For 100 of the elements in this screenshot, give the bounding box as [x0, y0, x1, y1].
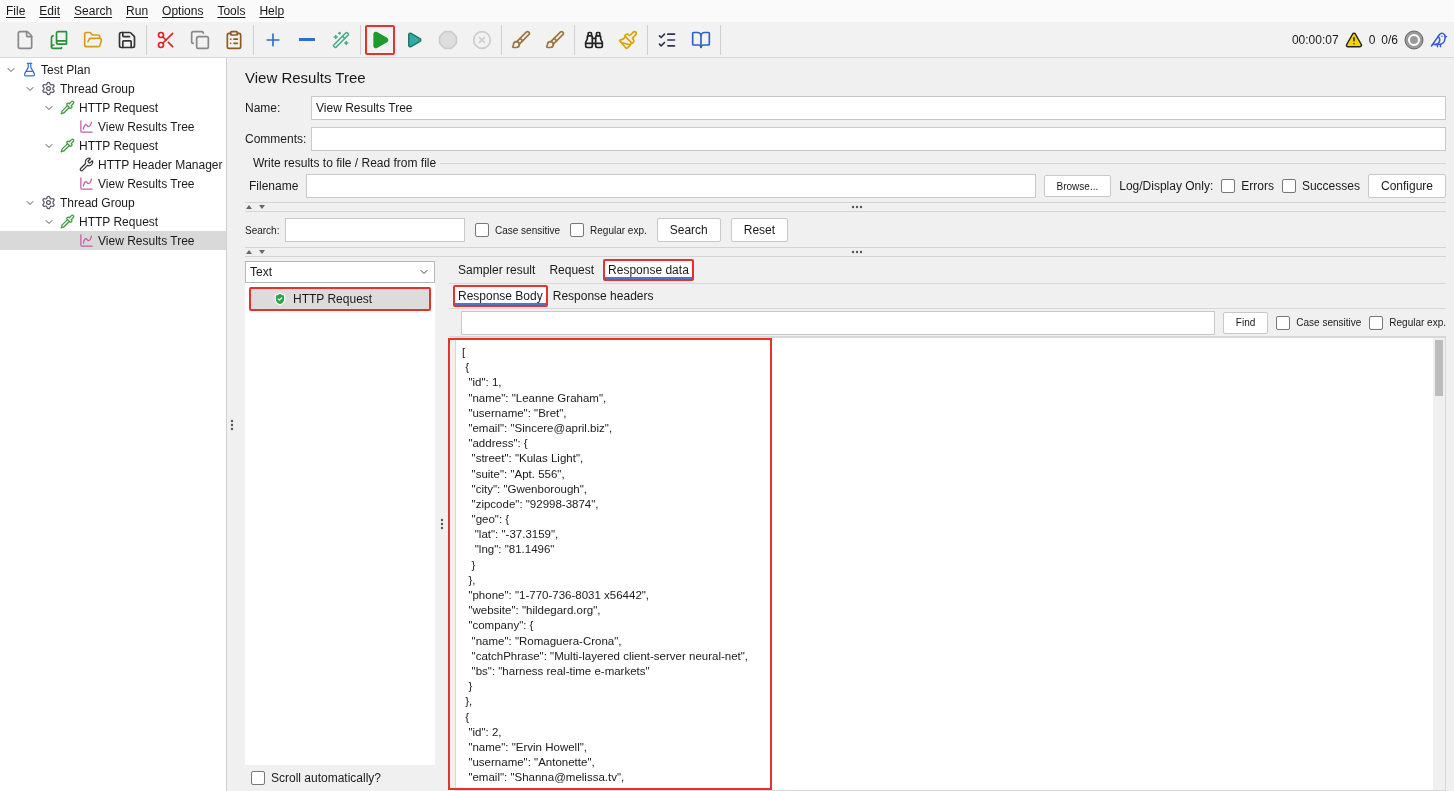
- warning-count: 0: [1368, 32, 1376, 47]
- thread-count: 0/6: [1381, 32, 1398, 47]
- name-field[interactable]: View Results Tree: [311, 96, 1446, 120]
- checkbox[interactable]: Case sensitive: [475, 223, 561, 237]
- code-line: "name": "Romaguera-Crona",: [470, 633, 623, 649]
- field-label: Filename: [249, 179, 299, 193]
- chart-icon: [79, 233, 94, 248]
- pipette-icon: [60, 100, 75, 115]
- panel-title: View Results Tree: [245, 68, 367, 88]
- code-line: {: [464, 360, 471, 376]
- find-field[interactable]: [461, 310, 1215, 335]
- elapsed-time: 00:00:07: [1291, 32, 1339, 47]
- checkbox[interactable]: Successes: [1281, 179, 1360, 193]
- chart-icon: [79, 119, 94, 134]
- code-line: "catchPhrase": "Multi-layered client-server neural-net",: [470, 648, 750, 664]
- file-icon: [15, 29, 35, 50]
- collapse-arrows-icon[interactable]: [245, 249, 267, 255]
- code-line: "email": "Sincere@april.biz",: [467, 420, 614, 436]
- code-line: [: [462, 345, 467, 360]
- browse-button[interactable]: Browse...: [1043, 175, 1112, 197]
- menu-item[interactable]: Options: [162, 4, 204, 18]
- tree-item[interactable]: View Results Tree: [0, 174, 226, 193]
- code-line: "company": {: [467, 618, 535, 634]
- menu-item[interactable]: File: [6, 4, 26, 18]
- grip-icon[interactable]: [850, 250, 863, 254]
- tree-item[interactable]: HTTP Request: [0, 136, 226, 155]
- code-line: "lng": "81.1496": [473, 542, 556, 558]
- tab[interactable]: Sampler result: [453, 259, 541, 281]
- tab[interactable]: Response Body: [453, 285, 548, 307]
- tab[interactable]: Response headers: [547, 285, 659, 307]
- pipette-icon: [60, 138, 75, 153]
- menu-item[interactable]: Run: [126, 4, 149, 18]
- play-icon: [370, 29, 390, 50]
- checkbox[interactable]: Regular exp.: [1369, 315, 1446, 330]
- code-line: "name": "Ervin Howell",: [467, 739, 588, 755]
- bird-icon: [1430, 30, 1448, 49]
- code-line: }: [467, 679, 474, 695]
- code-line: "suite": "Apt. 556",: [470, 466, 566, 482]
- grip-icon[interactable]: [230, 418, 234, 431]
- folder-icon: [83, 29, 103, 50]
- code-line: "city": "Gwenborough",: [470, 481, 588, 497]
- clipboard-icon: [224, 29, 244, 50]
- wand-icon: [332, 30, 350, 49]
- tree-item[interactable]: View Results Tree: [0, 231, 226, 250]
- collapse-arrows-icon[interactable]: [245, 204, 267, 210]
- menu-item[interactable]: Help: [259, 4, 285, 18]
- checkbox[interactable]: Regular exp.: [570, 223, 647, 237]
- code-line: "id": 2,: [467, 724, 503, 740]
- search-button[interactable]: Search: [656, 218, 721, 242]
- tree-item[interactable]: Test Plan: [0, 60, 226, 79]
- binoculars-icon: [584, 29, 604, 50]
- code-line: {: [464, 709, 471, 725]
- grip-icon[interactable]: [440, 518, 444, 530]
- checkbox[interactable]: Case sensitive: [1276, 315, 1362, 330]
- menu-item[interactable]: Edit: [39, 4, 61, 18]
- find-button[interactable]: Find: [1222, 311, 1269, 334]
- close-circle-icon: [472, 29, 492, 50]
- tree-item[interactable]: HTTP Header Manager: [0, 155, 226, 174]
- wrench-icon: [79, 157, 94, 172]
- field-label: Log/Display Only:: [1119, 179, 1214, 193]
- scrollbar[interactable]: [1433, 338, 1445, 790]
- code-line: "geo": {: [470, 512, 511, 528]
- code-line: "bs": "harness real-time e-markets": [470, 663, 651, 679]
- filename-field[interactable]: [306, 174, 1036, 198]
- tree-item[interactable]: View Results Tree: [0, 117, 226, 136]
- grip-icon[interactable]: [850, 205, 863, 209]
- tree-item[interactable]: Thread Group: [0, 193, 226, 212]
- comments-field[interactable]: [311, 127, 1446, 151]
- tree-item[interactable]: Thread Group: [0, 79, 226, 98]
- shield-icon: [273, 292, 287, 306]
- flask-icon: [22, 62, 37, 77]
- code-line: "username": "Antonette",: [467, 755, 596, 771]
- gear-icon: [41, 195, 56, 210]
- code-line: }: [470, 557, 477, 573]
- renderer-dropdown[interactable]: Text: [245, 261, 435, 283]
- code-line: "id": 1,: [467, 375, 503, 391]
- code-line: "website": "hildegard.org",: [467, 603, 602, 619]
- tab[interactable]: Response data: [603, 259, 694, 281]
- checkbox[interactable]: Scroll automatically?: [251, 771, 382, 785]
- code-line: "zipcode": "92998-3874",: [470, 496, 600, 512]
- code-line: "name": "Leanne Graham",: [467, 390, 608, 406]
- configure-button[interactable]: Configure: [1367, 174, 1446, 198]
- menu-item[interactable]: Search: [74, 4, 113, 18]
- field-label: Name:: [245, 101, 282, 115]
- code-line: "username": "Bret",: [467, 405, 568, 421]
- tree-item[interactable]: HTTP Request: [0, 212, 226, 231]
- copy-icon: [190, 29, 210, 50]
- code-line: "email": "Shanna@melissa.tv",: [467, 770, 626, 786]
- search-field[interactable]: [285, 218, 465, 242]
- tab[interactable]: Request: [544, 259, 600, 281]
- result-item[interactable]: HTTP Request: [249, 287, 431, 311]
- code-line: "phone": "1-770-736-8031 x56442",: [467, 588, 651, 603]
- warning-icon[interactable]: [1344, 30, 1363, 49]
- search-button[interactable]: Reset: [730, 218, 789, 242]
- tree-item[interactable]: HTTP Request: [0, 98, 226, 117]
- books-icon: [49, 29, 69, 50]
- checkbox[interactable]: Errors: [1221, 179, 1274, 193]
- pipette-icon: [60, 214, 75, 229]
- code-line: },: [467, 572, 477, 588]
- menu-item[interactable]: Tools: [217, 4, 246, 18]
